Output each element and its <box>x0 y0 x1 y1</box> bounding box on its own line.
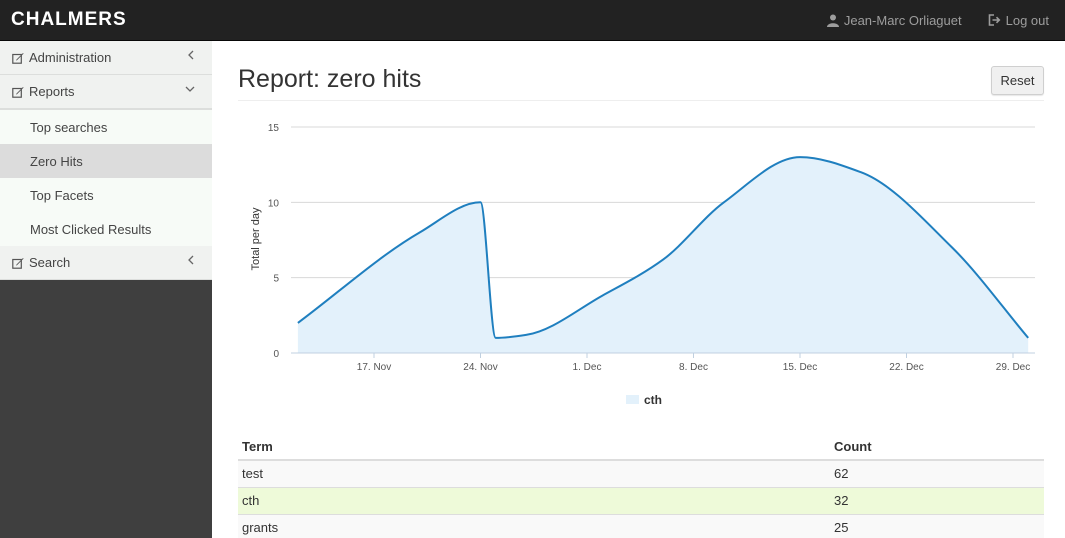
main-content: Report: zero hits Reset 0 5 10 15 17. Nov 24… <box>212 41 1065 538</box>
count-cell: 25 <box>830 513 1044 538</box>
sidebar-subitem-zero-hits[interactable]: Zero Hits <box>0 144 212 178</box>
sidebar-item-label: Reports <box>29 84 75 99</box>
user-menu-link[interactable]: Jean-Marc Orliaguet <box>820 13 969 28</box>
reports-submenu: Top searches Zero Hits Top Facets Most C… <box>0 109 212 246</box>
term-cell: cth <box>238 486 830 514</box>
x-tick-label: 22. Dec <box>889 362 923 373</box>
logout-icon <box>988 14 1001 26</box>
table-header-row: Term Count <box>238 433 1044 461</box>
sidebar-item-search[interactable]: Search <box>0 246 212 280</box>
zero-hits-chart: 0 5 10 15 17. Nov 24. Nov 1. Dec 8. Dec 15. Dec… <box>250 123 1035 407</box>
y-tick-label: 15 <box>268 123 280 134</box>
chevron-left-icon <box>188 50 194 60</box>
y-axis-label: Total per day <box>250 207 262 270</box>
legend-label-cth: cth <box>644 393 662 407</box>
edit-icon <box>12 86 24 98</box>
logout-label: Log out <box>1005 12 1049 28</box>
legend-swatch-cth <box>626 395 639 404</box>
sidebar-item-administration[interactable]: Administration <box>0 41 212 75</box>
table-row[interactable]: grants 25 <box>238 513 1044 538</box>
edit-icon <box>12 52 24 64</box>
top-navbar: CHALMERS Jean-Marc Orliaguet Log out <box>0 0 1065 41</box>
sidebar-item-label: Administration <box>29 50 112 65</box>
x-tick-label: 17. Nov <box>357 362 391 373</box>
count-cell: 62 <box>830 459 1044 487</box>
chevron-left-icon <box>188 255 194 265</box>
term-cell: grants <box>238 513 830 538</box>
sidebar-subitem-top-facets[interactable]: Top Facets <box>0 178 212 212</box>
logout-link[interactable]: Log out <box>981 13 1056 28</box>
x-tick-label: 24. Nov <box>463 362 497 373</box>
sidebar-subitem-most-clicked-results[interactable]: Most Clicked Results <box>0 212 212 246</box>
sidebar-item-reports[interactable]: Reports <box>0 75 212 109</box>
terms-table: Term Count test 62 cth 32 grants 25 <box>238 433 1044 538</box>
user-name: Jean-Marc Orliaguet <box>843 12 962 28</box>
count-cell: 32 <box>830 486 1044 514</box>
y-tick-label: 5 <box>273 274 279 285</box>
y-tick-label: 0 <box>273 349 279 360</box>
term-cell: test <box>238 459 830 487</box>
edit-icon <box>12 257 24 269</box>
table-row[interactable]: cth 32 <box>238 486 1044 514</box>
sidebar-item-label: Search <box>29 255 71 270</box>
x-tick-label: 8. Dec <box>679 362 708 373</box>
user-icon <box>826 14 839 27</box>
y-tick-label: 10 <box>268 198 280 209</box>
sidebar-subitem-top-searches[interactable]: Top searches <box>0 110 212 144</box>
y-axis-ticks: 0 5 10 15 <box>268 123 280 360</box>
sidebar: Administration Reports Top searches Zero… <box>0 41 212 538</box>
brand-logo[interactable]: CHALMERS <box>11 9 127 31</box>
chart-legend[interactable]: cth <box>626 393 662 407</box>
column-header-term[interactable]: Term <box>238 433 830 461</box>
top-nav: Jean-Marc Orliaguet Log out <box>820 0 1065 40</box>
x-tick-label: 15. Dec <box>783 362 817 373</box>
column-header-count[interactable]: Count <box>830 433 1044 461</box>
chevron-down-icon <box>185 86 195 92</box>
x-tick-label: 1. Dec <box>573 362 602 373</box>
x-axis-ticks: 17. Nov 24. Nov 1. Dec 8. Dec 15. Dec 22. Dec… <box>357 353 1030 373</box>
series-area-cth <box>297 157 1029 353</box>
table-row[interactable]: test 62 <box>238 459 1044 487</box>
x-tick-label: 29. Dec <box>996 362 1030 373</box>
